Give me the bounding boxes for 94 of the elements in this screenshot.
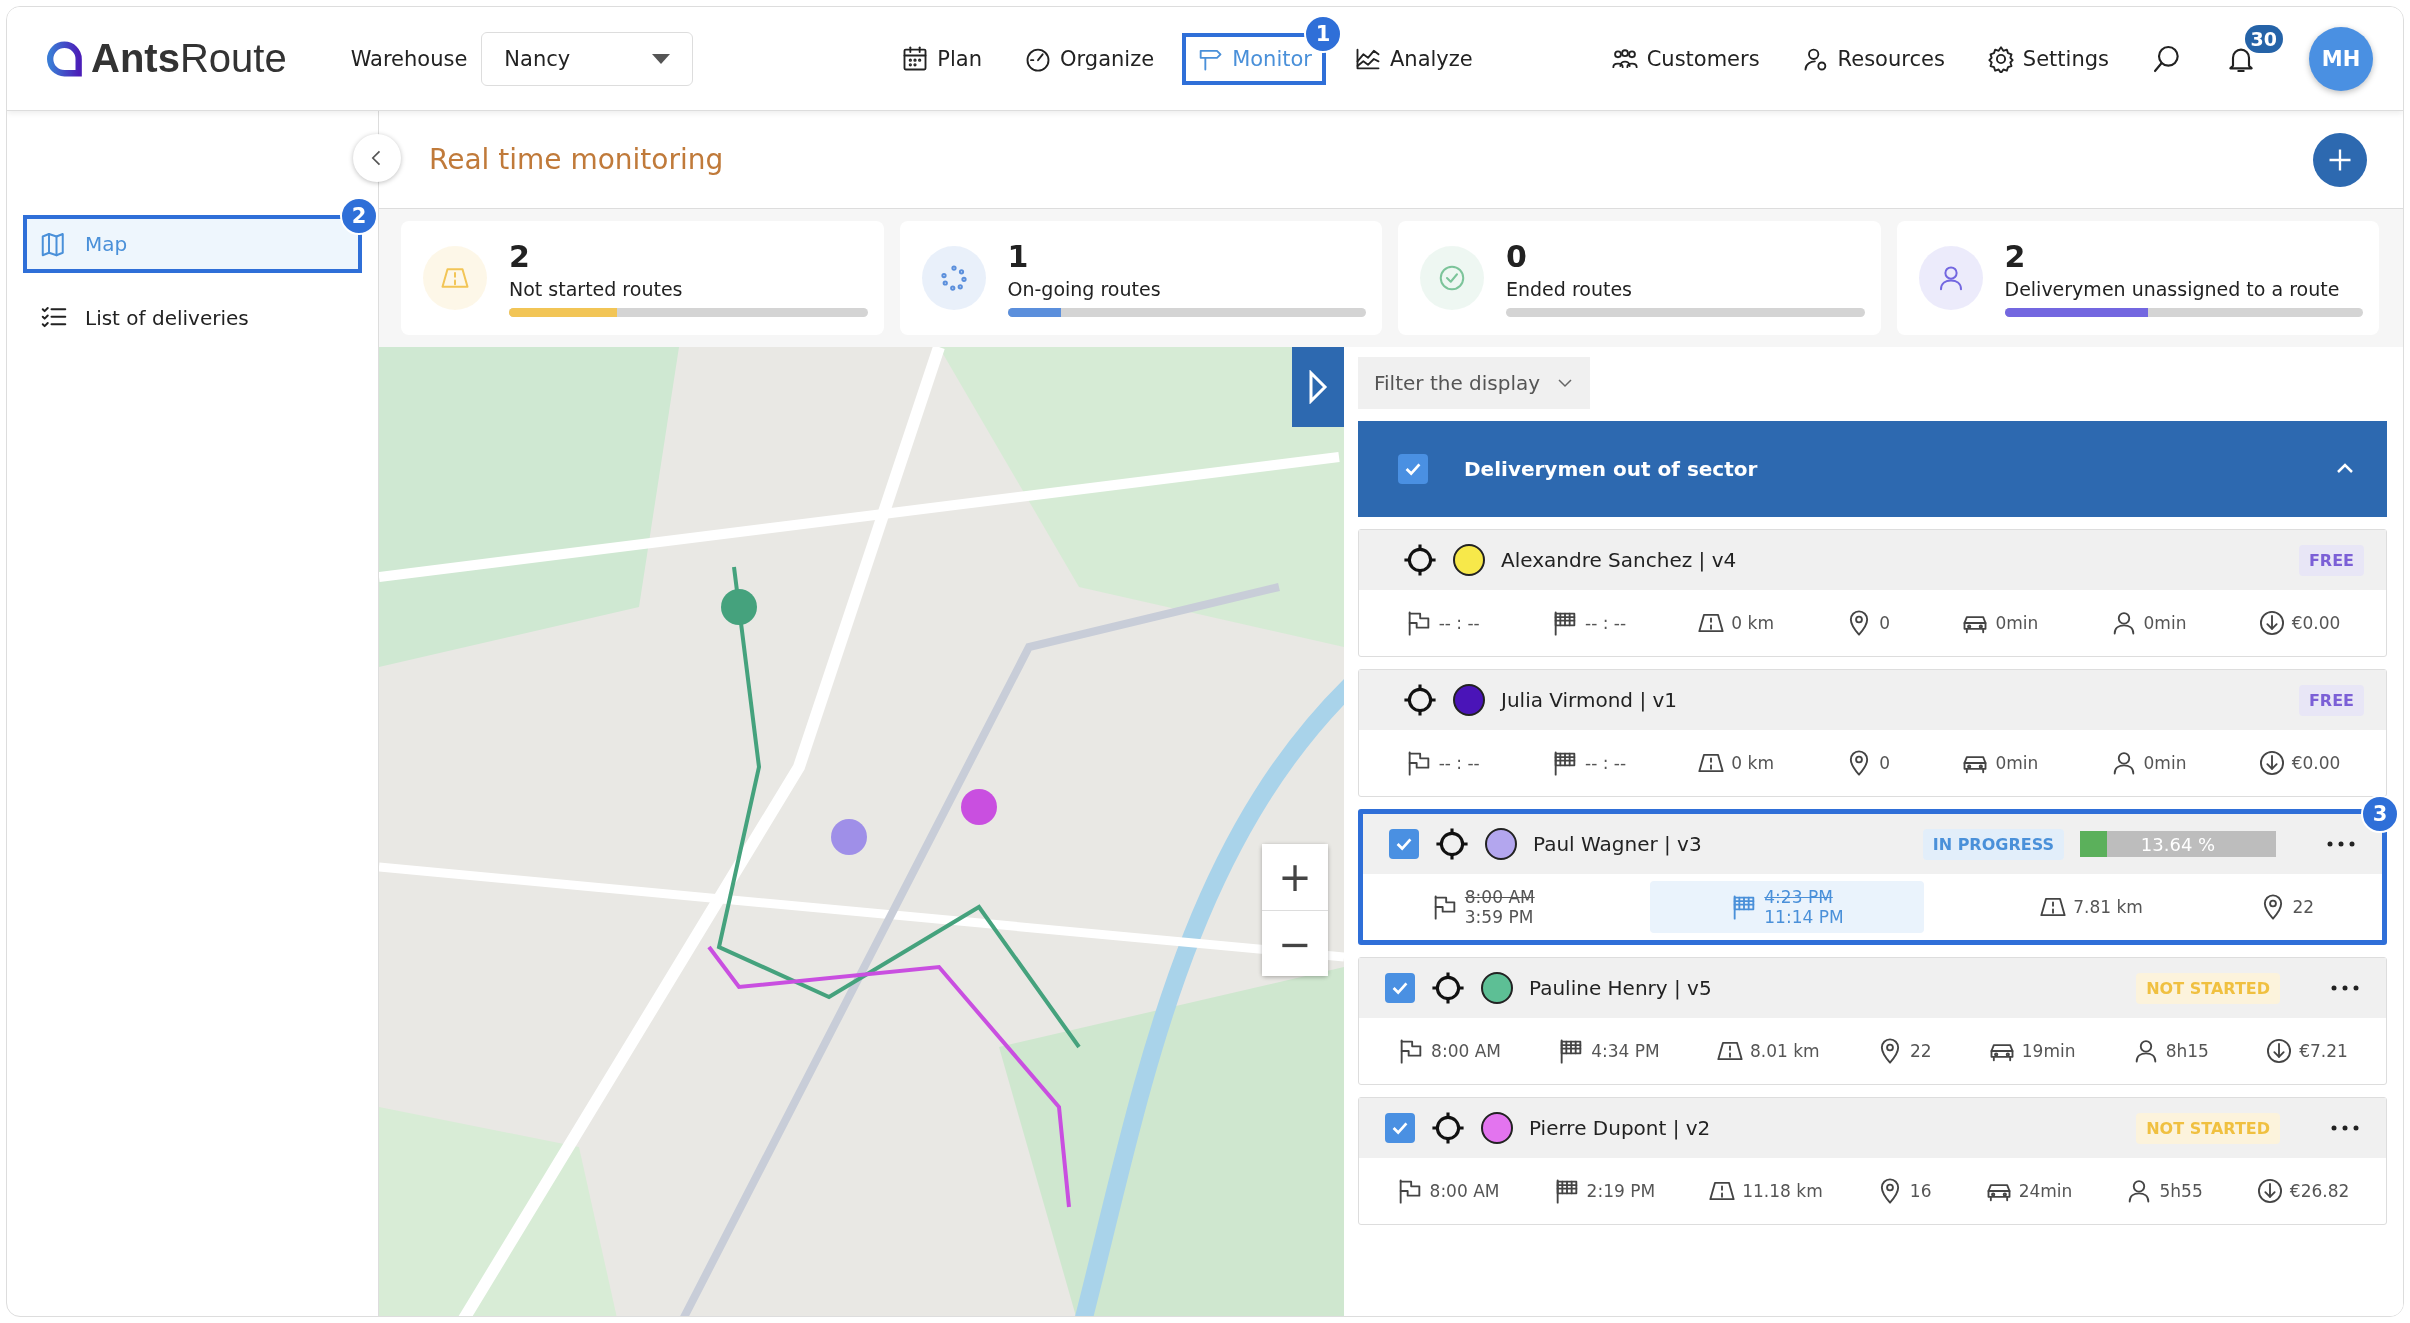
download-circle-icon [2257,749,2286,777]
stat-value: €0.00 [2291,753,2341,773]
stat-value: 8.01 km [1749,1041,1820,1061]
stat-value: 2 [509,239,530,274]
step-badge: 3 [2361,795,2399,833]
actual-time: 3:59 PM [1464,907,1535,927]
status-badge: NOT STARTED [2136,972,2280,1004]
warehouse-select[interactable]: Nancy [481,31,694,86]
stat-value: 19min [2021,1041,2076,1061]
planned-time: 4:23 PM [1764,887,1834,907]
stat-value: 0min [1995,753,2039,773]
zoom-out-button[interactable]: − [1262,910,1328,976]
target-icon[interactable] [1403,543,1437,577]
stat-value: 2:19 PM [1586,1181,1656,1201]
stat-label: Ended routes [1506,278,1632,300]
stat-value: 0min [1995,613,2039,633]
stat-value: 0 km [1731,613,1774,633]
stat-value: 8h15 [2165,1041,2209,1061]
notification-badge: 30 [2244,24,2283,53]
status-badge: IN PROGRESS [1922,828,2064,860]
download-circle-icon [2265,1037,2294,1065]
target-icon[interactable] [1435,827,1469,861]
checkbox[interactable] [1398,454,1428,484]
more-icon [2330,984,2360,992]
driver-name: Paul Wagner | v3 [1533,832,1703,856]
stat-value: €0.00 [2291,613,2341,633]
driver-name: Pauline Henry | v5 [1529,976,1713,1000]
filter-dropdown[interactable]: Filter the display [1358,357,1591,409]
group-header[interactable]: Deliverymen out of sector [1358,421,2387,517]
status-badge: FREE [2298,684,2364,716]
more-icon [2326,840,2356,848]
stat-value: 5h55 [2159,1181,2203,1201]
nav-link[interactable]: Resources [1787,32,1959,85]
add-button[interactable] [2313,132,2367,187]
sidebar-item[interactable]: List of deliveries [23,289,362,347]
step-badge: 1 [1303,14,1342,53]
status-badge: FREE [2298,544,2364,576]
checkbox[interactable] [1385,973,1415,1003]
group-title: Deliverymen out of sector [1464,457,1759,481]
driver-name: Julia Virmond | v1 [1501,688,1679,712]
stat-value: 22 [2292,897,2315,917]
driver-name: Alexandre Sanchez | v4 [1501,548,1738,572]
stat-value: -- : -- [1438,613,1480,633]
nav-tab[interactable]: Organize [1010,32,1169,85]
stat-value: 7.81 km [2073,897,2143,917]
progress-reading: 13.64 % [2139,832,2217,857]
stat-value: 0min [2143,753,2187,773]
stat-value: 11.18 km [1742,1181,1823,1201]
stat-value: €26.82 [2289,1181,2350,1201]
panel-toggle-button[interactable] [1292,347,1344,427]
target-icon[interactable] [1403,683,1437,717]
download-circle-icon [2257,609,2286,637]
stat-value: 0 [1506,239,1527,274]
stat-value: 0 [1879,613,1891,633]
stat-value: 0 [1879,753,1891,773]
more-icon [2330,1124,2360,1132]
planned-time: 8:00 AM [1464,887,1535,907]
nav-tab[interactable]: Analyze [1339,32,1487,85]
stat-value: -- : -- [1585,613,1627,633]
target-icon[interactable] [1431,1111,1465,1145]
stat-value: 0min [2143,613,2187,633]
page-title: Real time monitoring [429,143,724,176]
stat-value: €7.21 [2299,1041,2348,1061]
stat-value: 16 [1909,1181,1932,1201]
actual-time: 11:14 PM [1764,907,1844,927]
warehouse-label: Warehouse [350,46,468,71]
stat-value: 8:00 AM [1429,1181,1500,1201]
checkbox[interactable] [1385,1113,1415,1143]
stat-value: 22 [1909,1041,1932,1061]
step-badge: 2 [340,197,378,235]
nav-link[interactable]: Settings [1972,32,2123,85]
stat-value: -- : -- [1438,753,1480,773]
zoom-in-button[interactable]: + [1262,844,1328,910]
driver-name: Pierre Dupont | v2 [1529,1116,1712,1140]
nav-link[interactable]: Customers [1596,32,1774,85]
stat-value: 1 [1007,239,1029,274]
gear-icon [1986,44,2015,73]
logo-icon [47,39,85,78]
stat-value: 4:34 PM [1591,1041,1660,1061]
stat-value: 24min [2018,1181,2073,1201]
target-icon[interactable] [1431,971,1465,1005]
logo-text: AntsRoute [91,36,287,81]
stat-value: 8:00 AM [1431,1041,1501,1061]
stat-label: On-going routes [1007,278,1161,300]
nav-tab[interactable]: Plan [887,32,997,85]
stat-label: Not started routes [509,278,683,300]
stat-value: -- : -- [1585,753,1627,773]
stat-value: 2 [2004,239,2026,274]
download-circle-icon [2255,1177,2284,1205]
checkbox[interactable] [1389,829,1419,859]
status-badge: NOT STARTED [2136,1112,2280,1144]
caret-icon [652,53,671,64]
stat-label: Deliverymen unassigned to a route [2004,278,2340,300]
stat-value: 0 km [1731,753,1774,773]
